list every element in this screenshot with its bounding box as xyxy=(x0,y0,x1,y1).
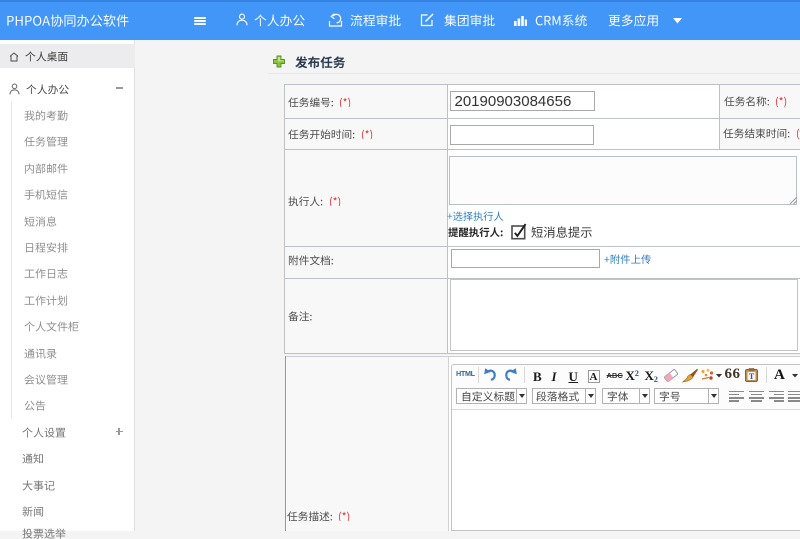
svg-text:T: T xyxy=(749,372,755,381)
